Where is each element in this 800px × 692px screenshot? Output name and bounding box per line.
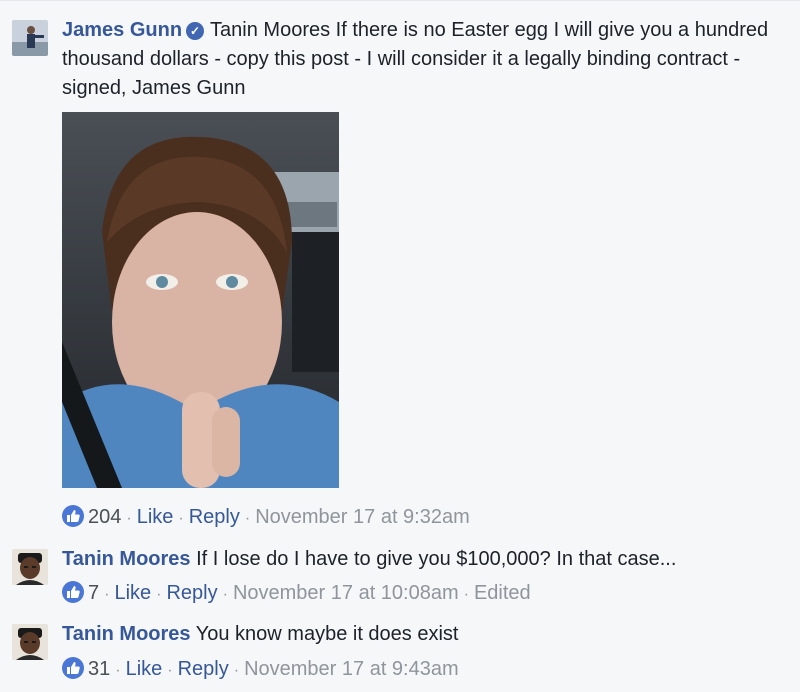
comment-actions: 7 · Like · Reply · November 17 at 10:08am · Edit…	[62, 579, 531, 609]
verified-badge-icon: ✓	[186, 22, 205, 40]
thumbs-up-icon	[62, 505, 84, 527]
like-button[interactable]: Like	[126, 658, 163, 680]
like-count[interactable]: 31	[88, 658, 110, 680]
avatar[interactable]	[12, 624, 48, 660]
edited-label[interactable]: Edited	[474, 582, 531, 604]
author-link[interactable]: James Gunn	[62, 19, 182, 41]
comment-actions: 204 · Like · Reply · November 17 at 9:32am	[62, 503, 470, 533]
comment-text: If I lose do I have to give you $100,000…	[196, 548, 677, 570]
avatar[interactable]	[12, 549, 48, 585]
separator-dot: ·	[178, 510, 184, 527]
comment-body: Tanin Moores You know maybe it does exis…	[62, 620, 790, 649]
separator-dot: ·	[167, 662, 173, 679]
separator-dot: ·	[222, 586, 228, 603]
separator-dot: ·	[233, 662, 240, 679]
comment-actions: 31 · Like · Reply · November 17 at 9:43am	[62, 655, 459, 685]
thumbs-up-icon	[62, 657, 84, 679]
comment-text: You know maybe it does exist	[195, 623, 459, 645]
timestamp-link[interactable]: November 17 at 9:32am	[255, 506, 470, 528]
like-button[interactable]: Like	[137, 506, 174, 528]
like-button[interactable]: Like	[114, 582, 151, 604]
separator-dot: ·	[104, 586, 110, 603]
separator-dot: ·	[115, 662, 121, 679]
like-count[interactable]: 204	[88, 506, 121, 528]
timestamp-link[interactable]: November 17 at 9:43am	[244, 658, 459, 680]
reply-button[interactable]: Reply	[166, 582, 217, 604]
separator-dot: ·	[126, 510, 132, 527]
avatar[interactable]	[12, 20, 48, 56]
author-link[interactable]: Tanin Moores	[62, 548, 191, 570]
reply-button[interactable]: Reply	[178, 658, 229, 680]
author-link[interactable]: Tanin Moores	[62, 623, 191, 645]
separator-dot: ·	[244, 510, 251, 527]
comment-body: James Gunn ✓ Tanin Moores If there is no E…	[62, 16, 790, 103]
timestamp-link[interactable]: November 17 at 10:08am	[233, 582, 459, 604]
reply-button[interactable]: Reply	[189, 506, 240, 528]
thumbs-up-icon	[62, 581, 84, 603]
attached-photo[interactable]	[62, 112, 339, 488]
comment-body: Tanin Moores If I lose do I have to give…	[62, 545, 790, 574]
separator-dot: ·	[156, 586, 162, 603]
like-count[interactable]: 7	[88, 582, 99, 604]
separator-dot: ·	[463, 586, 469, 603]
top-divider	[0, 0, 800, 1]
